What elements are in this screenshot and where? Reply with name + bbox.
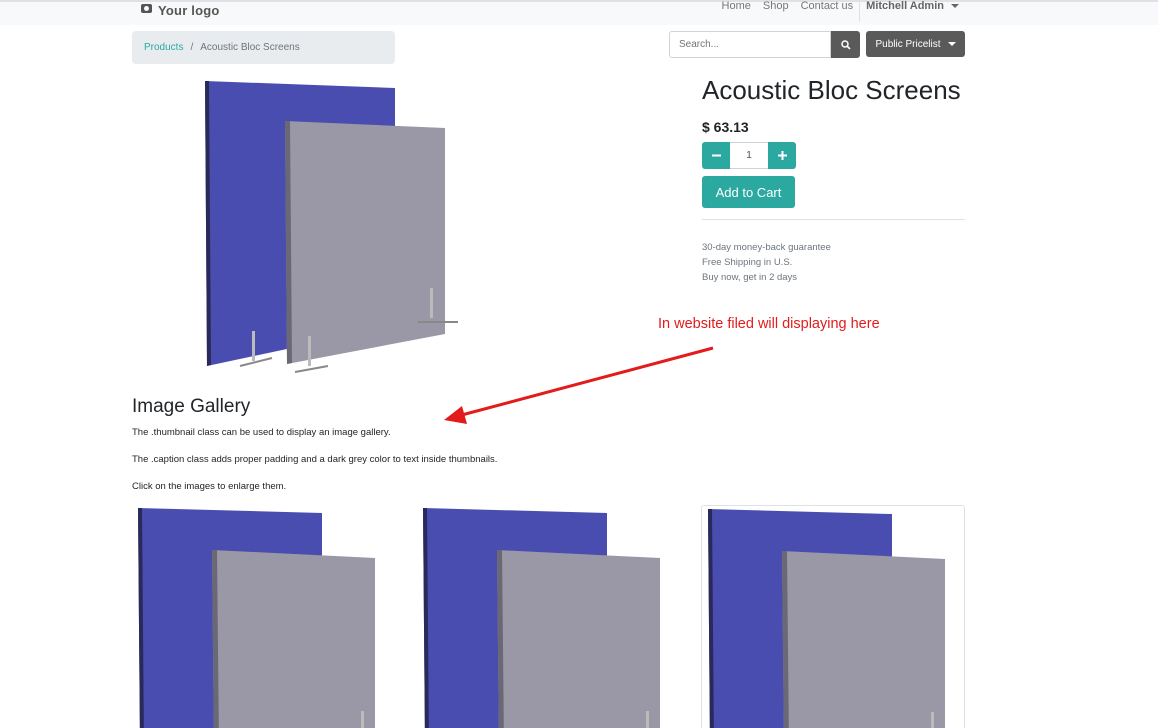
quantity-input[interactable] <box>730 142 768 169</box>
decrease-quantity-button[interactable] <box>702 142 730 169</box>
divider <box>702 219 965 220</box>
logo-text: Your logo <box>158 2 220 18</box>
user-menu[interactable]: Mitchell Admin <box>866 0 959 12</box>
gallery-text-1: The .thumbnail class can be used to disp… <box>132 427 391 438</box>
product-image[interactable] <box>200 76 470 376</box>
guarantee-line: 30-day money-back guarantee <box>702 242 831 253</box>
caret-down-icon <box>951 4 959 8</box>
quantity-stepper <box>702 142 796 169</box>
gallery-thumbnail[interactable] <box>417 505 681 728</box>
search-input[interactable] <box>669 31 831 58</box>
annotation-arrow-icon <box>444 346 714 424</box>
nav-link-contact[interactable]: Contact us <box>801 0 854 12</box>
plus-icon <box>777 151 787 160</box>
nav-link-shop[interactable]: Shop <box>763 0 789 12</box>
gallery-thumbnail[interactable] <box>701 505 965 728</box>
shipping-line: Free Shipping in U.S. <box>702 257 793 268</box>
nav-divider <box>859 0 861 22</box>
nav-link-home[interactable]: Home <box>722 0 751 12</box>
search-icon <box>840 39 851 50</box>
camera-icon <box>141 3 152 13</box>
top-navbar: Your logo Home Shop Contact us Mitchell … <box>0 0 1158 25</box>
gallery-title: Image Gallery <box>132 396 251 417</box>
guarantee-info: 30-day money-back guarantee Free Shippin… <box>702 240 831 285</box>
breadcrumb: Products / Acoustic Bloc Screens <box>132 31 395 64</box>
product-price: $ 63.13 <box>702 119 749 135</box>
search-button[interactable] <box>831 31 860 58</box>
logo[interactable]: Your logo <box>141 2 220 18</box>
breadcrumb-separator: / <box>190 42 194 53</box>
breadcrumb-current: Acoustic Bloc Screens <box>200 42 300 53</box>
gallery-text-2: The .caption class adds proper padding a… <box>132 454 498 465</box>
search-bar <box>669 31 860 58</box>
pricelist-dropdown[interactable]: Public Pricelist <box>866 31 965 57</box>
pricelist-label: Public Pricelist <box>875 38 941 50</box>
nav-links: Home Shop Contact us Mitchell Admin <box>710 0 1158 22</box>
delivery-line: Buy now, get in 2 days <box>702 272 798 283</box>
add-to-cart-button[interactable]: Add to Cart <box>702 176 795 208</box>
increase-quantity-button[interactable] <box>768 142 796 169</box>
gallery-thumbnail[interactable] <box>132 505 396 728</box>
gallery-text-3: Click on the images to enlarge them. <box>132 481 287 492</box>
minus-icon <box>711 154 721 157</box>
product-title: Acoustic Bloc Screens <box>702 75 961 105</box>
user-name: Mitchell Admin <box>866 0 944 12</box>
caret-down-icon <box>947 42 956 46</box>
annotation-text: In website filed will displaying here <box>658 316 880 332</box>
breadcrumb-products-link[interactable]: Products <box>144 42 183 53</box>
